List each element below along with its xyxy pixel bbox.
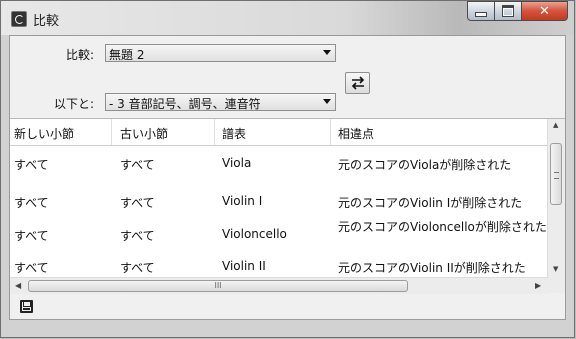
with-select[interactable]: - 3 音部記号、調号、連音符 xyxy=(105,93,336,111)
grip-icon: III xyxy=(214,281,222,290)
table-header: 新しい小節 古い小節 譜表 相違点 xyxy=(10,119,548,146)
cell-difference: 元のスコアのVioloncelloが削除された xyxy=(338,220,547,234)
scroll-left-icon[interactable]: ◀ xyxy=(15,281,21,290)
swap-arrows-icon xyxy=(351,76,364,90)
differences-table: 新しい小節 古い小節 譜表 相違点 すべて すべて Viola 元のスコアのVi… xyxy=(10,118,565,294)
column-header-new-bars[interactable]: 新しい小節 xyxy=(14,125,74,142)
compare-panel: 比較: 無題 2 以下と: - 3 音部記号、調号、連音符 新しい小節 古い小節… xyxy=(9,35,566,320)
column-header-differences[interactable]: 相違点 xyxy=(338,125,374,142)
close-icon: ✕ xyxy=(539,3,550,19)
caption-buttons: ✕ xyxy=(467,1,568,23)
cell-new-bars: すべて xyxy=(14,229,49,243)
cell-staff: Violin I xyxy=(222,194,263,208)
window-title: 比較 xyxy=(33,14,60,29)
column-separator xyxy=(111,119,112,145)
cell-old-bars: すべて xyxy=(120,158,155,172)
chevron-down-icon xyxy=(323,99,331,104)
cell-new-bars: すべて xyxy=(14,158,49,172)
vertical-scroll-thumb[interactable] xyxy=(550,143,562,205)
column-header-old-bars[interactable]: 古い小節 xyxy=(120,125,168,142)
with-select-value: - 3 音部記号、調号、連音符 xyxy=(109,97,261,111)
chevron-down-icon xyxy=(323,50,331,55)
scroll-down-icon[interactable]: ▼ xyxy=(553,265,558,273)
horizontal-scroll-thumb[interactable]: III xyxy=(28,280,408,292)
cell-staff: Viola xyxy=(222,156,252,170)
cell-old-bars: すべて xyxy=(120,196,155,210)
app-logo-icon xyxy=(11,11,27,27)
column-header-staff[interactable]: 譜表 xyxy=(222,125,246,142)
grip-icon xyxy=(554,172,559,179)
table-row[interactable]: すべて すべて Viola 元のスコアのViolaが削除された xyxy=(10,146,548,184)
with-label: 以下と: xyxy=(54,97,95,111)
cell-difference: 元のスコアのViolin IIが削除された xyxy=(338,261,526,275)
close-button[interactable]: ✕ xyxy=(522,1,568,21)
scrollbar-corner xyxy=(548,277,565,293)
cell-old-bars: すべて xyxy=(120,261,155,275)
horizontal-scrollbar[interactable]: ◀ III ▶ xyxy=(10,277,548,294)
swap-button[interactable] xyxy=(345,72,370,94)
compare-window: 比較 ✕ 比較: 無題 2 以下と: - 3 音部記号、調号、連音符 新しい小節 xyxy=(0,0,575,338)
save-button[interactable] xyxy=(16,296,36,316)
minimize-button[interactable] xyxy=(467,1,495,21)
cell-staff: Violoncello xyxy=(222,227,287,241)
compare-select-value: 無題 2 xyxy=(109,48,145,62)
cell-difference: 元のスコアのViolin Iが削除された xyxy=(338,196,523,210)
maximize-icon xyxy=(502,5,514,17)
compare-label: 比較: xyxy=(66,48,95,62)
vertical-scrollbar[interactable]: ▲ ▼ xyxy=(547,119,565,277)
cell-new-bars: すべて xyxy=(14,261,49,275)
cell-new-bars: すべて xyxy=(14,196,49,210)
column-separator xyxy=(330,119,331,145)
cell-old-bars: すべて xyxy=(120,229,155,243)
compare-select[interactable]: 無題 2 xyxy=(105,44,336,62)
minimize-icon xyxy=(475,11,487,17)
column-separator xyxy=(214,119,215,145)
title-bar[interactable]: 比較 ✕ xyxy=(1,1,574,35)
cell-difference: 元のスコアのViolaが削除された xyxy=(338,158,512,172)
scroll-up-icon[interactable]: ▲ xyxy=(553,121,558,129)
floppy-save-icon xyxy=(19,299,33,313)
scroll-right-icon[interactable]: ▶ xyxy=(535,281,541,290)
cell-staff: Violin II xyxy=(222,259,266,273)
maximize-button[interactable] xyxy=(495,1,522,21)
